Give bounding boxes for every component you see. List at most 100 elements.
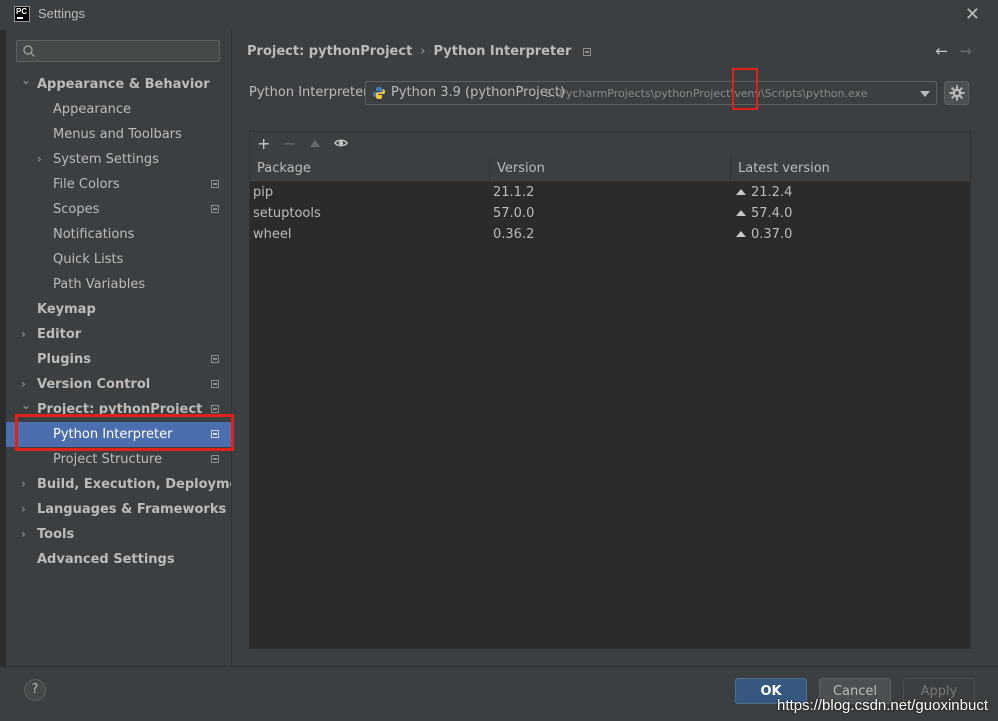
sidebar-item-label: Build, Execution, Deployment — [37, 477, 254, 492]
add-package-icon[interactable]: + — [257, 134, 270, 154]
sidebar-item-scopes[interactable]: Scopes — [6, 197, 231, 222]
sidebar-item-label: Quick Lists — [53, 252, 124, 267]
project-level-icon — [211, 380, 219, 388]
back-arrow-icon[interactable]: ← — [935, 42, 948, 60]
project-level-icon — [583, 47, 592, 56]
sidebar-item-path-variables[interactable]: Path Variables — [6, 272, 231, 297]
gear-icon — [949, 85, 965, 101]
sidebar-item-label: Scopes — [53, 202, 100, 217]
column-header-latest-version[interactable]: Latest version — [731, 157, 970, 181]
chevron-down-icon[interactable]: ⌄ — [21, 68, 31, 93]
sidebar-item-label: Languages & Frameworks — [37, 502, 227, 517]
sidebar-item-label: Notifications — [53, 227, 135, 242]
python-icon — [373, 87, 385, 99]
sidebar-item-label: Editor — [37, 327, 82, 342]
breadcrumb: Project: pythonProject › Python Interprete… — [247, 42, 592, 62]
sidebar-item-keymap[interactable]: Keymap — [6, 297, 231, 322]
interpreter-dropdown[interactable]: Python 3.9 (pythonProject) E:\PycharmPro… — [365, 81, 937, 105]
interpreter-settings-button[interactable] — [944, 81, 969, 105]
sidebar-item-editor[interactable]: › Editor — [6, 322, 231, 347]
sidebar-item-label: Version Control — [37, 377, 151, 392]
chevron-right-icon[interactable]: › — [21, 522, 26, 547]
sidebar-item-menus-and-toolbars[interactable]: Menus and Toolbars — [6, 122, 231, 147]
interpreter-path: E:\PycharmProjects\pythonProject\venv\Sc… — [545, 87, 868, 100]
table-row[interactable]: wheel 0.36.2 0.37.0 — [250, 224, 970, 245]
project-level-icon — [211, 205, 219, 213]
breadcrumb-page: Python Interpreter — [433, 44, 572, 59]
package-name: pip — [253, 185, 274, 200]
sidebar-item-quick-lists[interactable]: Quick Lists — [6, 247, 231, 272]
upgrade-available-icon — [736, 189, 746, 195]
settings-tree: ⌄ Appearance & Behavior Appearance Menus an… — [6, 72, 254, 572]
sidebar-item-plugins[interactable]: Plugins — [6, 347, 231, 372]
sidebar-item-label: Appearance & Behavior — [37, 77, 210, 92]
close-icon[interactable]: ✕ — [965, 4, 980, 25]
forward-arrow-icon[interactable]: → — [959, 42, 972, 60]
packages-table-header: Package Version Latest version — [250, 157, 970, 182]
project-level-icon — [211, 355, 219, 363]
sidebar-item-label: Keymap — [37, 302, 96, 317]
chevron-right-icon[interactable]: › — [21, 497, 26, 522]
packages-panel: + − Package Version Latest version pip 21… — [249, 131, 971, 649]
project-level-icon — [211, 405, 219, 413]
project-level-icon — [211, 180, 219, 188]
window-title: Settings — [38, 6, 85, 21]
packages-toolbar: + − — [250, 132, 970, 156]
sidebar-item-label: Path Variables — [53, 277, 146, 292]
settings-search-input[interactable] — [16, 40, 220, 62]
chevron-right-icon[interactable]: › — [37, 147, 42, 172]
sidebar-item-system-settings[interactable]: › System Settings — [6, 147, 231, 172]
python-interpreter-highlight-annotation — [15, 414, 234, 451]
sidebar-item-label: Tools — [37, 527, 75, 542]
latest-version-text: 57.4.0 — [751, 206, 793, 221]
packages-table: Package Version Latest version pip 21.1.2… — [250, 157, 970, 648]
sidebar-item-notifications[interactable]: Notifications — [6, 222, 231, 247]
upgrade-package-icon[interactable] — [310, 140, 320, 147]
sidebar-item-version-control[interactable]: › Version Control — [6, 372, 231, 397]
sidebar-item-tools[interactable]: › Tools — [6, 522, 231, 547]
remove-package-icon[interactable]: − — [283, 134, 296, 154]
sidebar-item-advanced-settings[interactable]: Advanced Settings — [6, 547, 231, 572]
column-header-version[interactable]: Version — [490, 157, 731, 181]
title-bar: PC Settings ✕ — [0, 0, 998, 30]
sidebar-item-label: System Settings — [53, 152, 159, 167]
table-row[interactable]: pip 21.1.2 21.2.4 — [250, 182, 970, 203]
package-name: wheel — [253, 227, 292, 242]
sidebar-item-label: Appearance — [53, 102, 132, 117]
settings-sidebar: ⌄ Appearance & Behavior Appearance Menus an… — [6, 30, 254, 666]
sidebar-item-appearance-behavior[interactable]: ⌄ Appearance & Behavior — [6, 72, 231, 97]
upgrade-available-icon — [736, 210, 746, 216]
dropdown-arrow-icon — [920, 91, 930, 97]
sidebar-item-build-execution-deployment[interactable]: › Build, Execution, Deployment — [6, 472, 254, 497]
venv-highlight-annotation — [732, 68, 758, 110]
pycharm-logo-icon: PC — [14, 6, 30, 22]
package-version: 21.1.2 — [493, 185, 535, 200]
package-version: 0.36.2 — [493, 227, 535, 242]
search-icon — [23, 45, 35, 57]
interpreter-name: Python 3.9 (pythonProject) — [391, 85, 566, 100]
interpreter-label: Python Interpreter: — [249, 85, 373, 100]
chevron-right-icon[interactable]: › — [21, 472, 26, 497]
package-name: setuptools — [253, 206, 321, 221]
package-latest-version: 57.4.0 — [736, 203, 792, 224]
breadcrumb-separator: › — [420, 44, 426, 59]
sidebar-item-label: File Colors — [53, 177, 120, 192]
column-header-package[interactable]: Package — [250, 157, 490, 181]
settings-main-panel: Project: pythonProject › Python Interprete… — [232, 30, 998, 666]
latest-version-text: 0.37.0 — [751, 227, 793, 242]
sidebar-item-file-colors[interactable]: File Colors — [6, 172, 231, 197]
help-button[interactable]: ? — [24, 679, 46, 701]
show-early-releases-eye-icon[interactable] — [334, 138, 348, 148]
breadcrumb-project[interactable]: Project: pythonProject — [247, 44, 412, 59]
sidebar-item-label: Advanced Settings — [37, 552, 175, 567]
table-row[interactable]: setuptools 57.0.0 57.4.0 — [250, 203, 970, 224]
sidebar-item-label: Menus and Toolbars — [53, 127, 182, 142]
sidebar-item-appearance[interactable]: Appearance — [6, 97, 231, 122]
package-latest-version: 0.37.0 — [736, 224, 792, 245]
package-version: 57.0.0 — [493, 206, 535, 221]
sidebar-item-languages-frameworks[interactable]: › Languages & Frameworks — [6, 497, 231, 522]
package-latest-version: 21.2.4 — [736, 182, 792, 203]
watermark: https://blog.csdn.net/guoxinbuct — [777, 697, 988, 714]
chevron-right-icon[interactable]: › — [21, 322, 26, 347]
latest-version-text: 21.2.4 — [751, 185, 793, 200]
